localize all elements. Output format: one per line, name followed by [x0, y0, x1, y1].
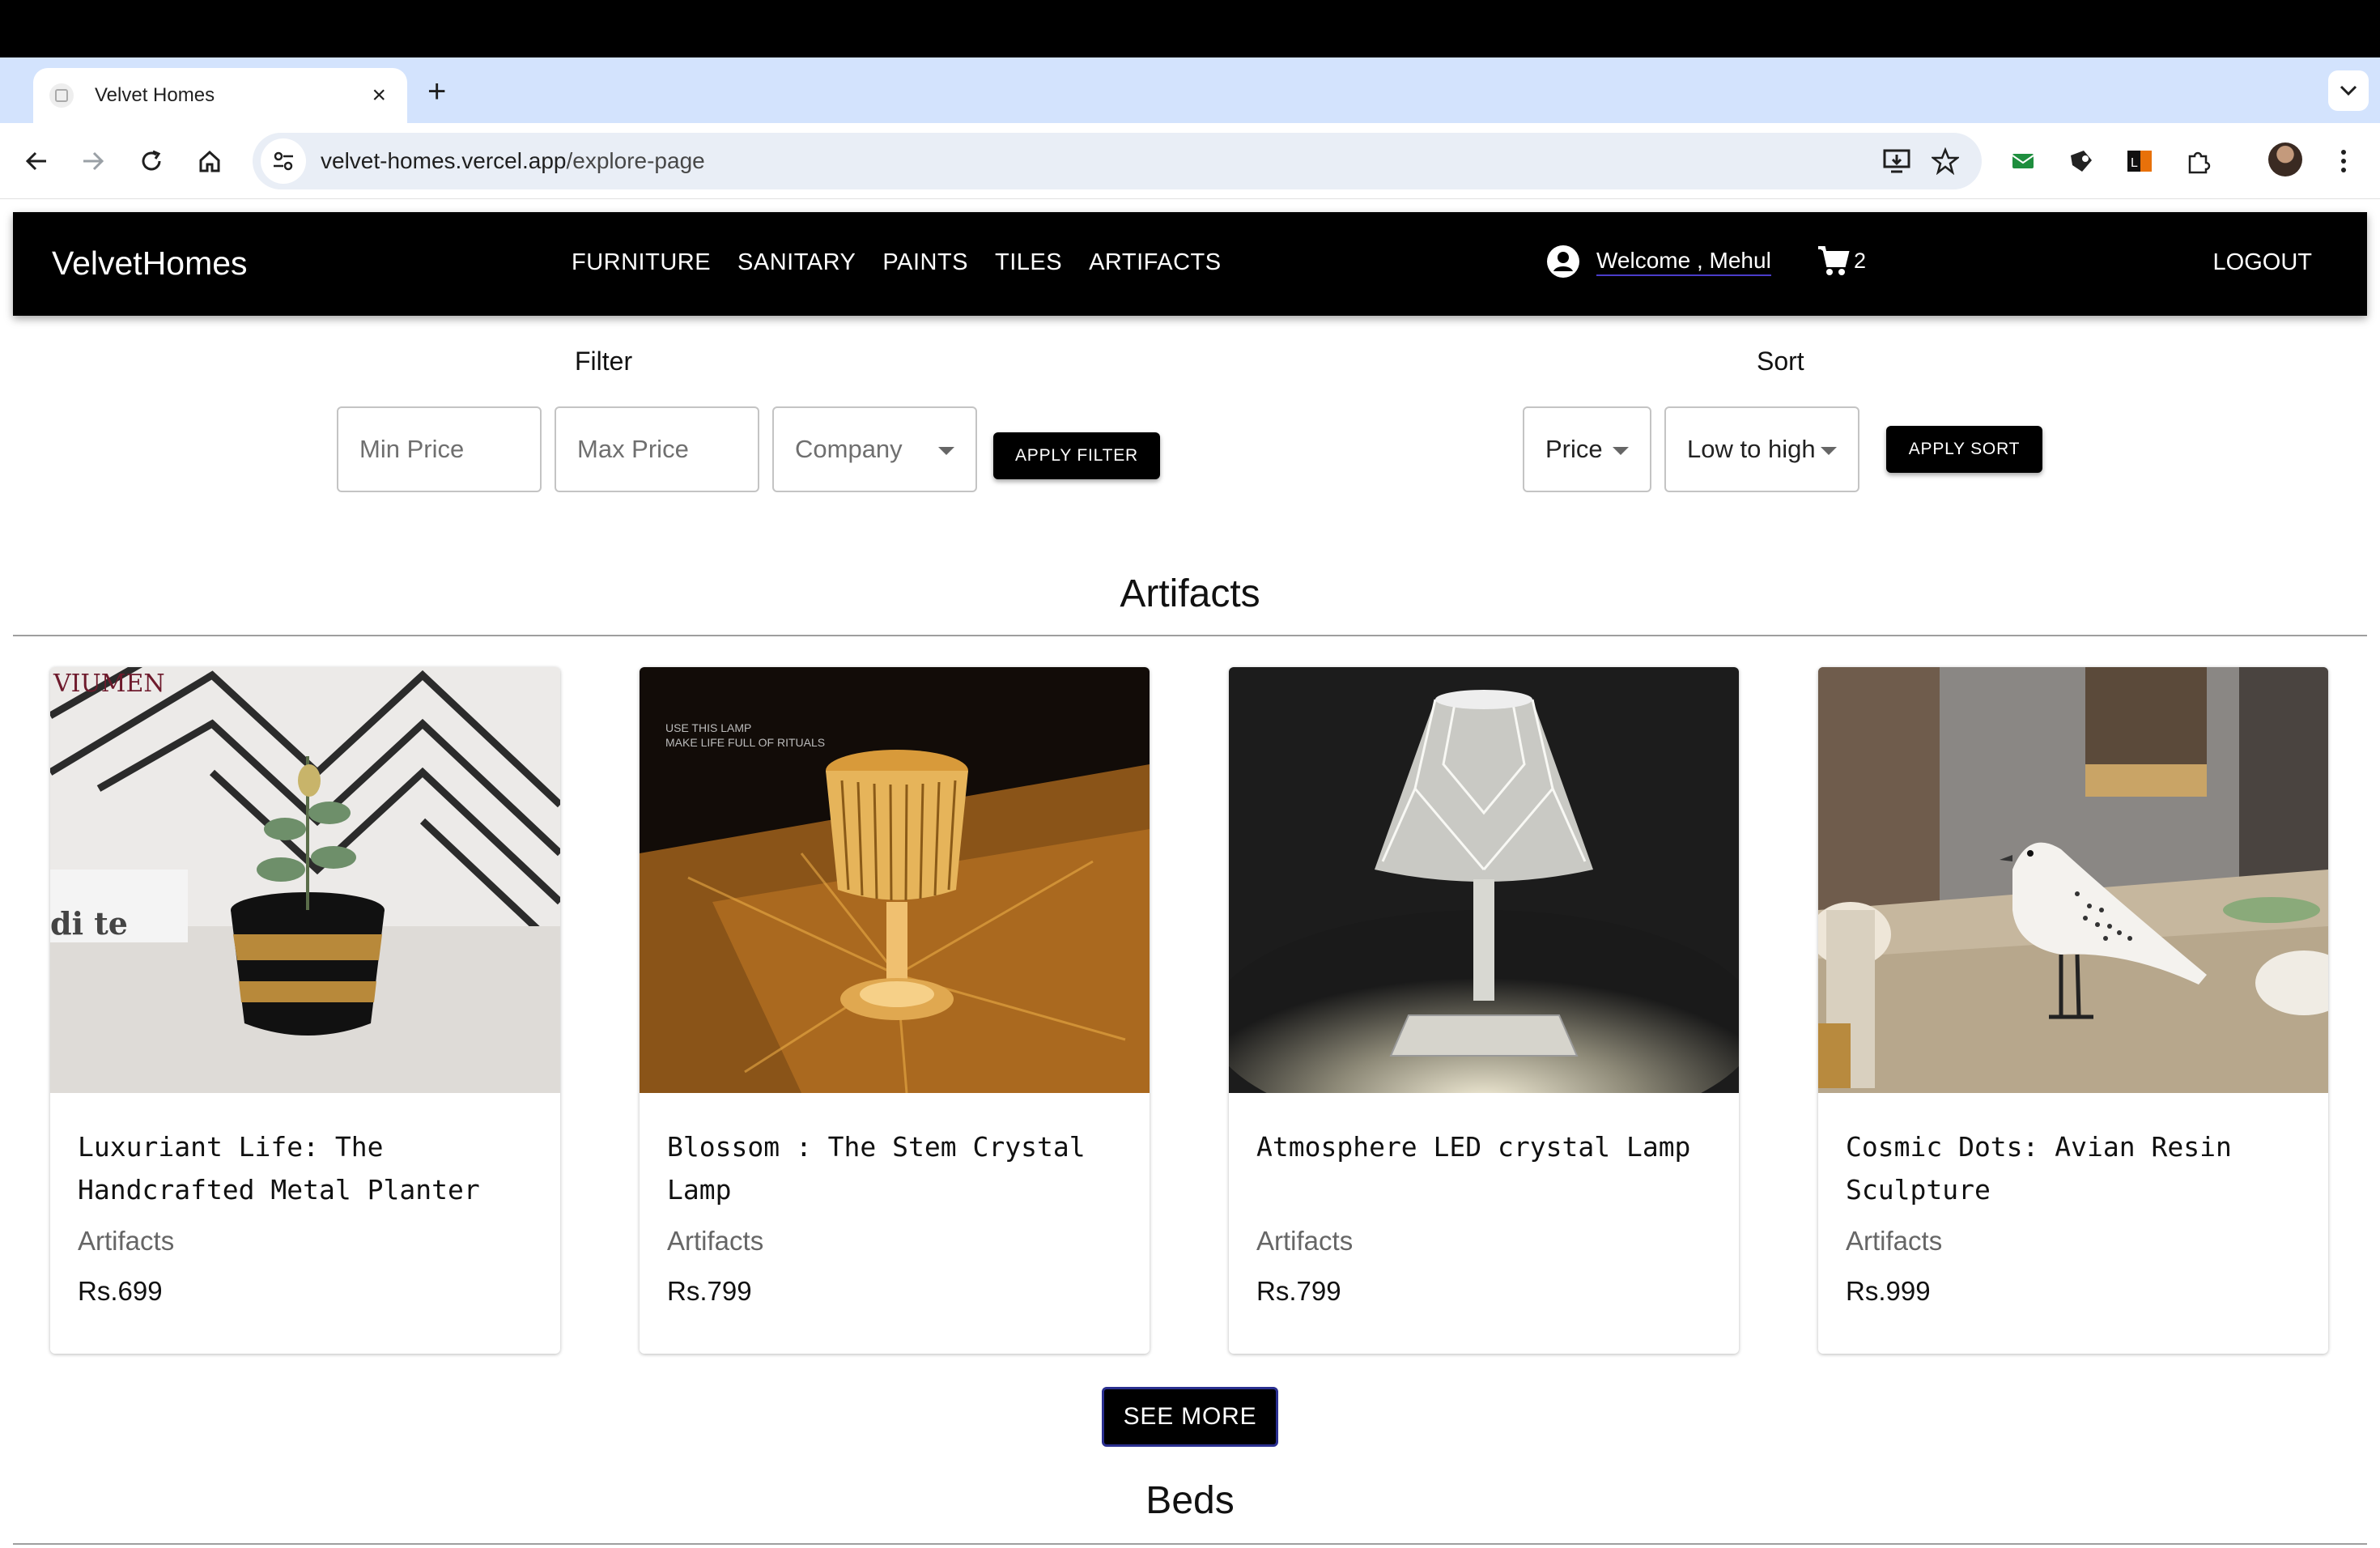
section-divider [13, 635, 2367, 636]
min-price-input[interactable]: Min Price [337, 406, 542, 492]
product-card[interactable]: USE THIS LAMP MAKE LIFE FULL OF RITUALS … [640, 667, 1150, 1354]
bookmark-star-icon[interactable] [1930, 147, 1961, 179]
browser-tab-strip: Velvet Homes × + [0, 57, 2380, 123]
new-tab-icon[interactable]: + [427, 75, 446, 108]
nav-furniture[interactable]: FURNITURE [572, 249, 711, 276]
section-divider [13, 1543, 2367, 1545]
reload-icon[interactable] [131, 141, 172, 181]
forward-icon[interactable] [73, 141, 113, 181]
svg-text:VIUMEN: VIUMEN [53, 670, 165, 698]
product-image [1818, 667, 2328, 1093]
section-title-beds: Beds [1145, 1479, 1235, 1522]
sort-title: Sort [1757, 347, 1804, 376]
nav-tiles[interactable]: TILES [995, 249, 1062, 276]
back-icon[interactable] [16, 141, 57, 181]
product-card[interactable]: Cosmic Dots: Avian Resin Sculpture Artif… [1818, 667, 2328, 1354]
svg-text:di te: di te [50, 905, 128, 942]
max-price-input[interactable]: Max Price [555, 406, 759, 492]
see-more-button[interactable]: SEE MORE [1102, 1387, 1278, 1447]
product-price: Rs.799 [667, 1276, 752, 1306]
tab-close-icon[interactable]: × [372, 83, 386, 108]
product-category: Artifacts [667, 1226, 764, 1256]
browser-menu-icon[interactable] [2323, 141, 2364, 181]
extension-l-icon[interactable]: L [2119, 141, 2160, 181]
product-image: USE THIS LAMP MAKE LIFE FULL OF RITUALS [640, 667, 1150, 1093]
cart-button[interactable]: 2 [1817, 245, 1866, 277]
company-select[interactable]: Company [772, 406, 977, 492]
logout-button[interactable]: LOGOUT [2213, 249, 2312, 276]
address-bar[interactable]: velvet-homes.vercel.app/explore-page [253, 133, 1982, 189]
extension-puzzle-dark-icon[interactable] [2061, 141, 2102, 181]
company-select-label: Company [795, 435, 903, 463]
extensions-puzzle-icon[interactable] [2178, 141, 2218, 181]
product-card[interactable]: di te VIUMEN Luxuriant Life: The Handcra… [50, 667, 560, 1354]
sort-order-value: Low to high [1687, 435, 1816, 463]
browser-tab[interactable]: Velvet Homes × [33, 68, 407, 123]
tab-search-icon[interactable] [2328, 70, 2369, 111]
product-category: Artifacts [1256, 1226, 1354, 1256]
install-app-icon[interactable] [1883, 147, 1910, 179]
brand-logo[interactable]: VelvetHomes [52, 245, 248, 283]
product-price: Rs.799 [1256, 1276, 1341, 1306]
product-category: Artifacts [1846, 1226, 1943, 1256]
apply-sort-button[interactable]: APPLY SORT [1886, 426, 2042, 473]
product-name[interactable]: Cosmic Dots: Avian Resin Sculpture [1846, 1125, 2307, 1211]
main-nav: FURNITURE SANITARY PAINTS TILES ARTIFACT… [572, 249, 1248, 276]
os-menu-bar [0, 0, 2380, 57]
site-favicon-icon [49, 83, 74, 108]
cart-icon [1818, 246, 1850, 275]
browser-toolbar: velvet-homes.vercel.app/explore-page L [0, 123, 2380, 199]
welcome-text: Welcome , Mehul [1596, 248, 1771, 276]
apply-filter-button[interactable]: APPLY FILTER [993, 432, 1160, 479]
svg-text:USE THIS LAMP: USE THIS LAMP [665, 721, 751, 734]
url-text: velvet-homes.vercel.app/explore-page [321, 148, 705, 173]
nav-paints[interactable]: PAINTS [882, 249, 968, 276]
chevron-down-icon [938, 447, 954, 455]
site-header: VelvetHomes FURNITURE SANITARY PAINTS TI… [13, 212, 2367, 316]
extension-mail-icon[interactable] [2003, 141, 2043, 181]
product-image [1229, 667, 1739, 1093]
profile-avatar[interactable] [2268, 142, 2302, 176]
tab-title: Velvet Homes [95, 84, 215, 106]
chevron-down-icon [1613, 447, 1629, 455]
svg-text:MAKE LIFE FULL OF RITUALS: MAKE LIFE FULL OF RITUALS [665, 736, 825, 749]
account-circle-icon [1547, 245, 1579, 278]
product-price: Rs.999 [1846, 1276, 1931, 1306]
product-card[interactable]: Atmosphere LED crystal Lamp Artifacts Rs… [1229, 667, 1739, 1354]
product-name[interactable]: Luxuriant Life: The Handcrafted Metal Pl… [78, 1125, 539, 1211]
svg-text:L: L [2131, 156, 2138, 170]
home-icon[interactable] [189, 141, 230, 181]
filter-title: Filter [575, 347, 633, 376]
product-name[interactable]: Atmosphere LED crystal Lamp [1256, 1125, 1718, 1168]
product-category: Artifacts [78, 1226, 175, 1256]
product-price: Rs.699 [78, 1276, 163, 1306]
product-image: di te VIUMEN [50, 667, 560, 1093]
nav-artifacts[interactable]: ARTIFACTS [1089, 249, 1222, 276]
user-welcome[interactable]: Welcome , Mehul [1546, 245, 1771, 279]
nav-sanitary[interactable]: SANITARY [737, 249, 856, 276]
sort-order-select[interactable]: Low to high [1664, 406, 1859, 492]
section-title-artifacts: Artifacts [1120, 572, 1260, 615]
cart-count: 2 [1854, 248, 1867, 273]
sort-field-value: Price [1545, 435, 1603, 463]
chevron-down-icon [1821, 447, 1837, 455]
product-name[interactable]: Blossom : The Stem Crystal Lamp [667, 1125, 1128, 1211]
site-settings-icon[interactable] [261, 138, 306, 184]
sort-field-select[interactable]: Price [1523, 406, 1651, 492]
